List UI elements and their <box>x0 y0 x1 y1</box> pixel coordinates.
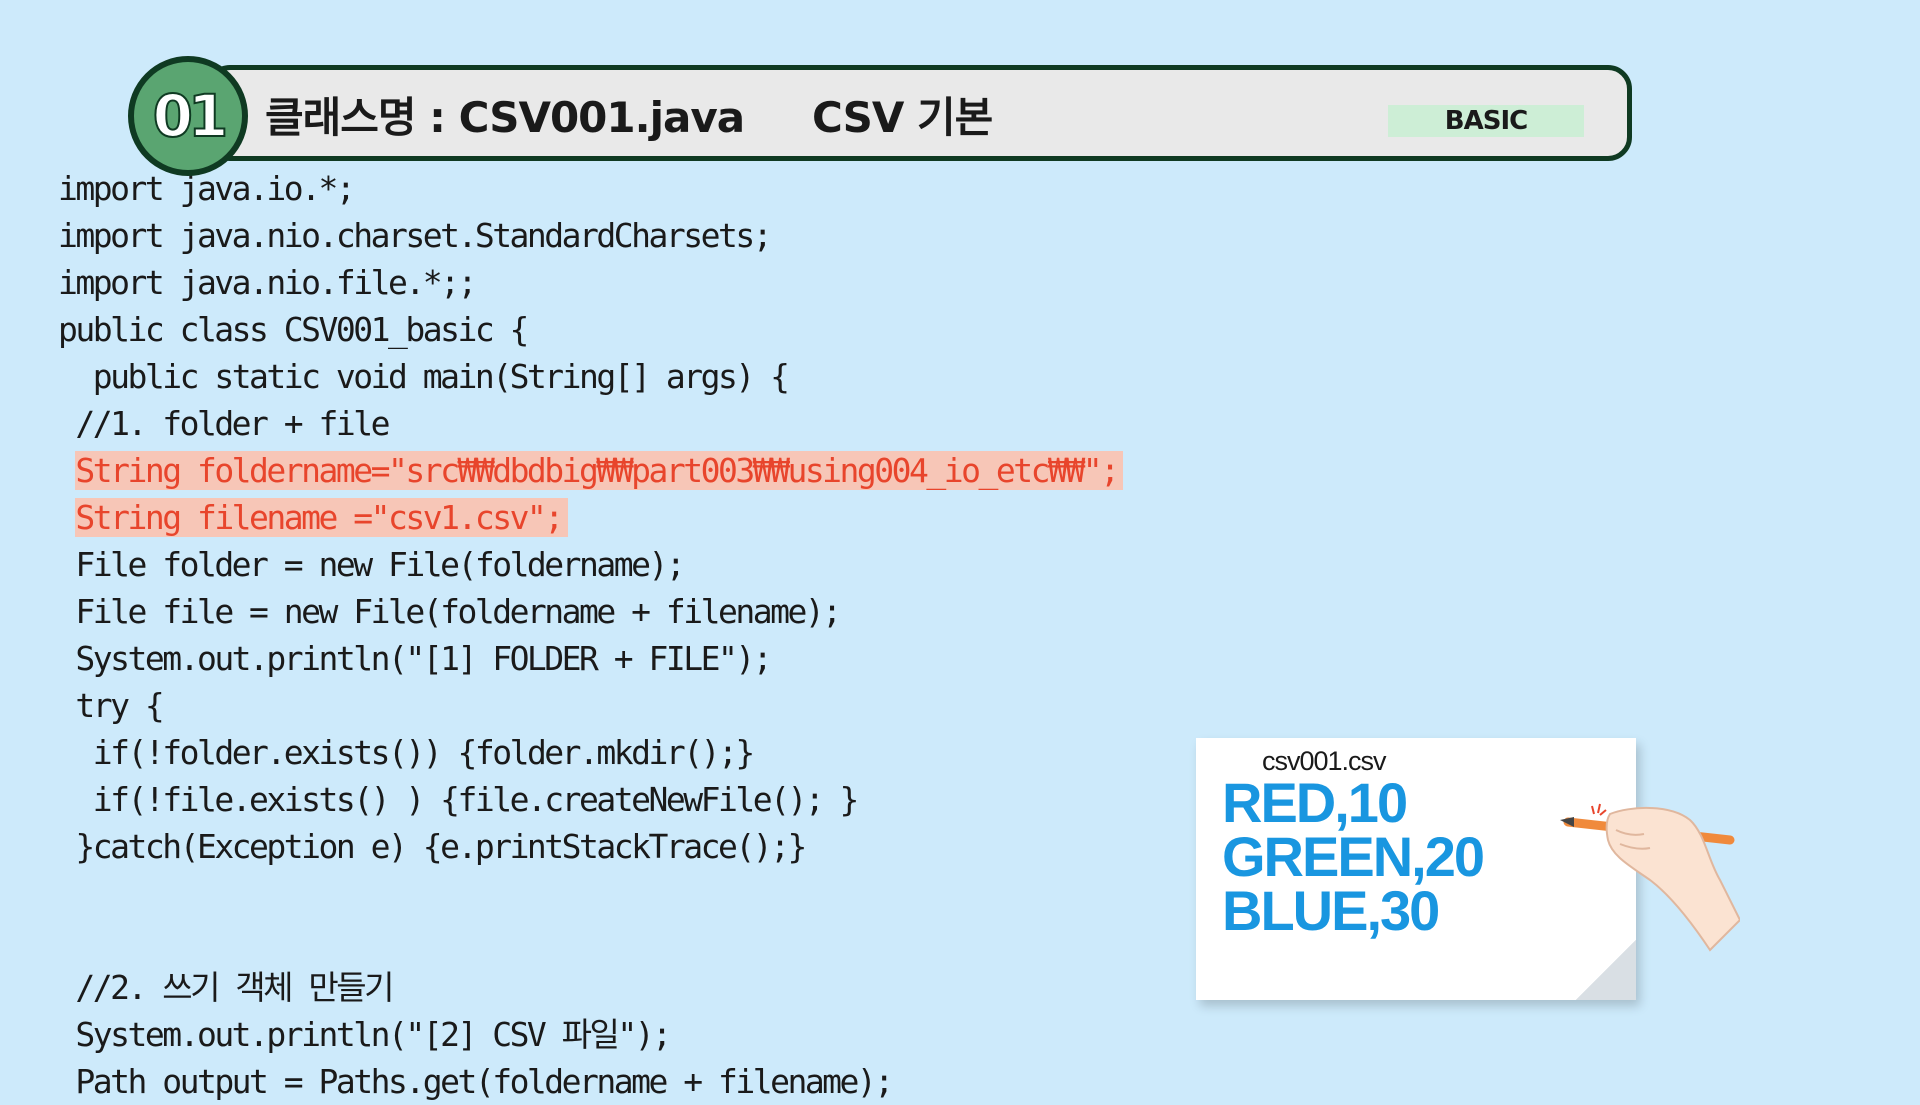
code-text: import java.nio.charset.StandardCharsets… <box>58 216 773 255</box>
hand-pencil-icon <box>1560 803 1740 952</box>
csv-line: RED,10 <box>1222 771 1408 834</box>
csv-content: RED,10 GREEN,20 BLUE,30 <box>1222 771 1485 942</box>
code-text: File folder = new File(foldername); <box>75 545 685 584</box>
code-text: public class CSV001_basic { <box>58 310 529 349</box>
code-line: public static void main(String[] args) { <box>58 353 1123 400</box>
code-text: import java.nio.file.*;; <box>58 263 477 302</box>
code-line: //1. folder + file <box>58 400 1123 447</box>
code-line: String foldername="src₩₩dbdbig₩₩part003₩… <box>58 447 1124 494</box>
code-text: import java.io.*; <box>58 169 356 208</box>
code-line: System.out.println("[1] FOLDER + FILE"); <box>58 635 1123 682</box>
code-line: if(!folder.exists()) {folder.mkdir();} <box>58 729 1123 776</box>
code-line: import java.io.*; <box>58 165 1123 212</box>
code-block: import java.io.*; import java.nio.charset… <box>58 165 1124 1105</box>
code-line: String filename ="csv1.csv"; <box>58 494 1123 541</box>
code-text: //2. 쓰기 객체 만들기 <box>75 968 394 1007</box>
code-text: if(!folder.exists()) {folder.mkdir();} <box>92 733 755 772</box>
level-badge: BASIC <box>1388 105 1584 137</box>
section-number-badge: 01 <box>128 56 248 176</box>
lesson-title: CSV 기본 <box>812 93 993 142</box>
code-text: }catch(Exception e) {e.printStackTrace()… <box>75 827 807 866</box>
code-line: }catch(Exception e) {e.printStackTrace()… <box>58 823 1123 870</box>
code-text: if(!file.exists() ) {file.createNewFile(… <box>92 780 860 819</box>
code-line: Path output = Paths.get(foldername + fil… <box>58 1058 1123 1105</box>
code-line: import java.nio.charset.StandardCharsets… <box>58 212 1123 259</box>
code-text: public static void main(String[] args) { <box>92 357 790 396</box>
code-text-highlighted: String filename ="csv1.csv"; <box>75 498 568 537</box>
code-line: public class CSV001_basic { <box>58 306 1123 353</box>
code-line: File file = new File(foldername + filena… <box>58 588 1123 635</box>
csv-line: GREEN,20 <box>1222 825 1485 888</box>
code-text: System.out.println("[2] CSV 파일"); <box>75 1015 672 1054</box>
code-line: //2. 쓰기 객체 만들기 <box>58 964 1123 1011</box>
csv-line: BLUE,30 <box>1222 879 1440 942</box>
code-text-highlighted: String foldername="src₩₩dbdbig₩₩part003₩… <box>75 451 1124 490</box>
class-title: 클래스명 : CSV001.java <box>265 93 745 142</box>
code-text: System.out.println("[1] FOLDER + FILE"); <box>75 639 772 678</box>
code-line: import java.nio.file.*;; <box>58 259 1123 306</box>
code-line: try { <box>58 682 1123 729</box>
code-line: System.out.println("[2] CSV 파일"); <box>58 1011 1123 1058</box>
code-line: if(!file.exists() ) {file.createNewFile(… <box>58 776 1123 823</box>
code-text: //1. folder + file <box>75 404 390 443</box>
code-text: File file = new File(foldername + filena… <box>75 592 842 631</box>
code-text: try { <box>75 686 164 725</box>
code-line: File folder = new File(foldername); <box>58 541 1123 588</box>
code-text: Path output = Paths.get(foldername + fil… <box>75 1062 894 1101</box>
